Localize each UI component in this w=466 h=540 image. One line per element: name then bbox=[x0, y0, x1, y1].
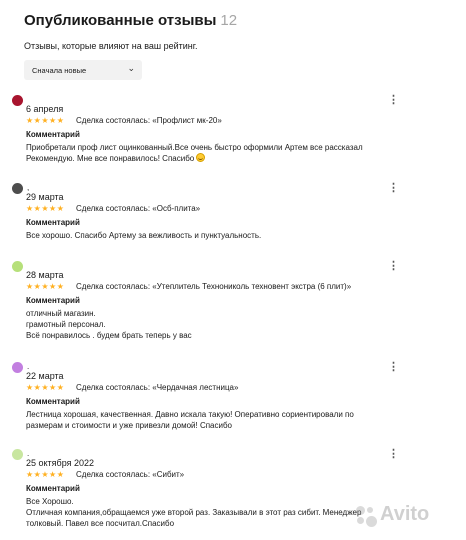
comment-line: Приобретали проф лист оцинкованный.Все о… bbox=[26, 143, 363, 152]
more-options-icon[interactable]: ⋮ bbox=[388, 362, 399, 373]
review-date: 28 марта bbox=[26, 270, 64, 280]
comment-text: Все хорошо. Спасибо Артему за вежливость… bbox=[26, 230, 406, 241]
comment-label: Комментарий bbox=[26, 397, 80, 406]
page-subtitle: Отзывы, которые влияют на ваш рейтинг. bbox=[24, 41, 198, 51]
smiley-emoji-icon bbox=[196, 153, 206, 162]
comment-line: толковый. Павел все посчитал.Спасибо bbox=[26, 519, 175, 528]
comment-text: Приобретали проф лист оцинкованный.Все о… bbox=[26, 142, 406, 164]
rating-stars: ★★★★★ bbox=[26, 204, 65, 213]
watermark-text: Avito bbox=[380, 503, 430, 525]
comment-line: Всё понравилось . будем брать теперь у в… bbox=[26, 331, 192, 340]
sort-select[interactable]: Сначала новые ⌄ bbox=[24, 60, 142, 80]
comment-text: отличный магазин. грамотный персонал. Вс… bbox=[26, 308, 406, 341]
deal-status: Сделка состоялась: «Профлист мк-20» bbox=[76, 116, 222, 125]
comment-line: Отличная компания,обращаемся уже второй … bbox=[26, 508, 362, 517]
review-date: 29 марта bbox=[26, 192, 64, 202]
avito-logo-icon bbox=[356, 506, 378, 528]
comment-text: Все Хорошо. Отличная компания,обращаемся… bbox=[26, 496, 406, 529]
review-date: 6 апреля bbox=[26, 104, 64, 114]
deal-status: Сделка состоялась: «Осб-плита» bbox=[76, 204, 201, 213]
sort-select-value: Сначала новые bbox=[32, 66, 87, 75]
avatar[interactable] bbox=[12, 449, 23, 460]
comment-label: Комментарий bbox=[26, 130, 80, 139]
comment-line: Лестница хорошая, качественная. Давно ис… bbox=[26, 410, 354, 419]
deal-status: Сделка состоялась: «Утеплитель Технонико… bbox=[76, 282, 352, 291]
chevron-down-icon: ⌄ bbox=[127, 63, 135, 73]
comment-line-with-emoji: Рекомендую. Мне все понравилось! Спасибо bbox=[26, 153, 406, 164]
comment-text: Лестница хорошая, качественная. Давно ис… bbox=[26, 409, 406, 431]
comment-label: Комментарий bbox=[26, 218, 80, 227]
comment-label: Комментарий bbox=[26, 484, 80, 493]
more-options-icon[interactable]: ⋮ bbox=[388, 183, 399, 194]
page-title: Опубликованные отзывы bbox=[24, 12, 217, 29]
more-options-icon[interactable]: ⋮ bbox=[388, 449, 399, 460]
avatar[interactable] bbox=[12, 95, 23, 106]
deal-status: Сделка состоялась: «Чердачная лестница» bbox=[76, 383, 239, 392]
comment-line: размерам и стоимости и уже привезли домо… bbox=[26, 421, 232, 430]
comment-line: грамотный персонал. bbox=[26, 320, 106, 329]
comment-line: Все хорошо. Спасибо Артему за вежливость… bbox=[26, 231, 262, 240]
rating-stars: ★★★★★ bbox=[26, 116, 65, 125]
more-options-icon[interactable]: ⋮ bbox=[388, 95, 399, 106]
review-author[interactable]: , bbox=[27, 183, 29, 192]
page-header: Опубликованные отзывы 12 bbox=[24, 12, 237, 30]
review-author[interactable]: . bbox=[27, 449, 29, 458]
reviews-count: 12 bbox=[220, 12, 238, 29]
comment-line: Все Хорошо. bbox=[26, 497, 74, 506]
review-date: 25 октября 2022 bbox=[26, 458, 95, 468]
avatar[interactable] bbox=[12, 261, 23, 272]
rating-stars: ★★★★★ bbox=[26, 282, 65, 291]
deal-status: Сделка состоялась: «Сибит» bbox=[76, 470, 185, 479]
review-author[interactable]: . bbox=[27, 362, 29, 371]
comment-label: Комментарий bbox=[26, 296, 80, 305]
rating-stars: ★★★★★ bbox=[26, 383, 65, 392]
comment-line: отличный магазин. bbox=[26, 309, 96, 318]
review-date: 22 марта bbox=[26, 371, 64, 381]
comment-line: Рекомендую. Мне все понравилось! Спасибо bbox=[26, 154, 195, 163]
more-options-icon[interactable]: ⋮ bbox=[388, 261, 399, 272]
rating-stars: ★★★★★ bbox=[26, 470, 65, 479]
avatar[interactable] bbox=[12, 183, 23, 194]
avatar[interactable] bbox=[12, 362, 23, 373]
